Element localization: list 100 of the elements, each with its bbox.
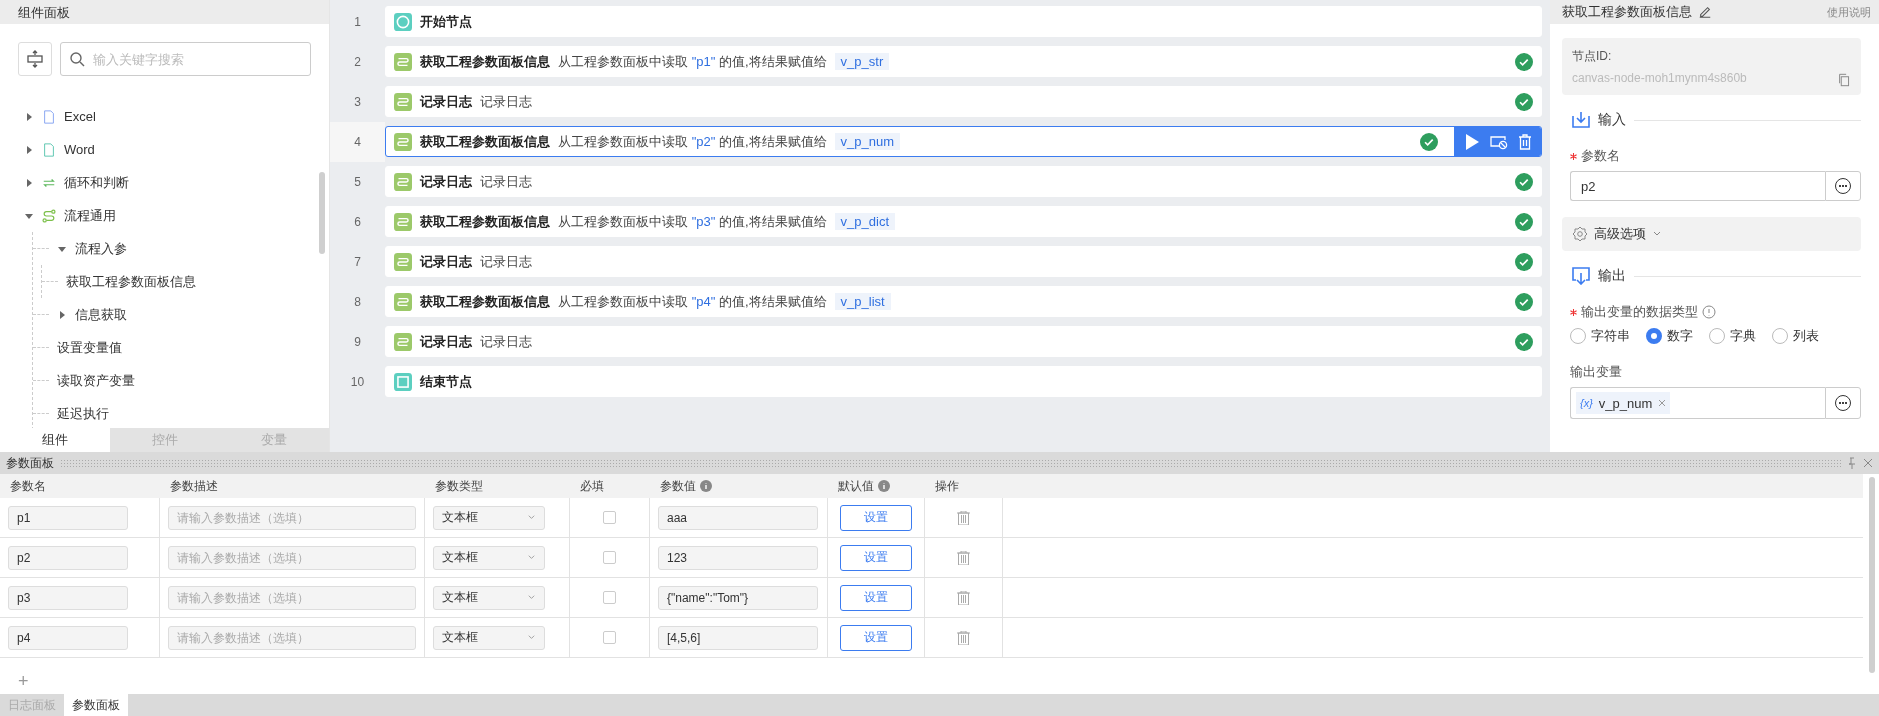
node-title: 获取工程参数面板信息 <box>420 52 550 71</box>
run-button[interactable] <box>1464 132 1480 151</box>
flow-node[interactable]: 获取工程参数面板信息 从工程参数面板中读取 "p1" 的值,将结果赋值给 v_p_str <box>385 46 1542 77</box>
param-name-field[interactable]: p2 <box>8 545 128 570</box>
param-name-field[interactable]: p2 <box>1570 171 1825 201</box>
more-button[interactable] <box>1825 171 1861 201</box>
chevron-down-icon <box>527 633 536 642</box>
variable-tag: v_p_list <box>834 293 891 310</box>
advanced-options-toggle[interactable]: 高级选项 <box>1562 217 1861 251</box>
download-icon <box>1572 111 1590 129</box>
caret-icon[interactable] <box>57 244 67 253</box>
description-field[interactable]: 请输入参数描述（选填） <box>168 545 416 570</box>
type-select[interactable]: 文本框 <box>433 545 545 570</box>
set-default-button[interactable]: 设置 <box>840 624 912 651</box>
flow-node[interactable]: 记录日志 记录日志 <box>385 86 1542 117</box>
param-value-field[interactable]: aaa <box>658 505 818 530</box>
flow-node[interactable]: 获取工程参数面板信息 从工程参数面板中读取 "p2" 的值,将结果赋值给 v_p_num <box>385 126 1542 157</box>
set-default-button[interactable]: 设置 <box>840 544 912 571</box>
tree-item[interactable]: 设置变量值 <box>57 338 122 357</box>
flow-node-icon <box>394 52 412 71</box>
node-description: 记录日志 <box>480 172 532 191</box>
check-circle-icon <box>1515 92 1533 111</box>
tree-item[interactable]: Excel <box>64 109 96 124</box>
param-name-field[interactable]: p1 <box>8 505 128 530</box>
caret-icon[interactable] <box>24 145 34 154</box>
line-number: 2 <box>353 53 362 71</box>
description-field[interactable]: 请输入参数描述（选填） <box>168 505 416 530</box>
delete-button[interactable] <box>957 630 970 645</box>
flow-node[interactable]: 结束节点 <box>385 366 1542 397</box>
type-select[interactable]: 文本框 <box>433 505 545 530</box>
tree-item[interactable]: 读取资产变量 <box>57 371 135 390</box>
tree-item[interactable]: 信息获取 <box>75 305 127 324</box>
caret-icon[interactable] <box>57 310 67 319</box>
check-circle-icon <box>1420 132 1438 151</box>
delete-button[interactable] <box>957 550 970 565</box>
line-number: 8 <box>353 293 362 311</box>
close-icon <box>1863 458 1873 468</box>
param-value-field[interactable]: [4,5,6] <box>658 625 818 650</box>
param-value-field[interactable]: 123 <box>658 545 818 570</box>
required-checkbox[interactable] <box>603 551 616 564</box>
flow-node[interactable]: 记录日志 记录日志 <box>385 326 1542 357</box>
trash-icon <box>957 630 970 645</box>
required-checkbox[interactable] <box>603 591 616 604</box>
set-default-button[interactable]: 设置 <box>840 584 912 611</box>
chevron-down-icon <box>527 513 536 522</box>
radio-option[interactable]: 列表 <box>1772 327 1819 345</box>
flow-node[interactable]: 开始节点 <box>385 6 1542 37</box>
tree-item[interactable]: 流程通用 <box>64 206 116 225</box>
caret-icon[interactable] <box>24 112 34 121</box>
line-number: 6 <box>353 213 362 231</box>
set-default-button[interactable]: 设置 <box>840 504 912 531</box>
more-icon <box>1834 394 1852 412</box>
description-field[interactable]: 请输入参数描述（选填） <box>168 585 416 610</box>
panel-tab[interactable]: 组件 <box>0 428 110 452</box>
flow-node[interactable]: 记录日志 记录日志 <box>385 246 1542 277</box>
radio-option[interactable]: 字典 <box>1709 327 1756 345</box>
node-title: 获取工程参数面板信息 <box>420 132 550 151</box>
disable-button[interactable] <box>1490 133 1508 150</box>
edit-icon <box>1698 5 1712 19</box>
flow-node[interactable]: 记录日志 记录日志 <box>385 166 1542 197</box>
node-description: 从工程参数面板中读取 "p3" 的值,将结果赋值给 <box>558 212 827 231</box>
circle-node-icon <box>394 12 412 31</box>
radio-option[interactable]: 字符串 <box>1570 327 1630 345</box>
tree-item[interactable]: 获取工程参数面板信息 <box>66 272 196 291</box>
required-checkbox[interactable] <box>603 511 616 524</box>
tree-item[interactable]: 循环和判断 <box>64 173 129 192</box>
type-select[interactable]: 文本框 <box>433 625 545 650</box>
type-select[interactable]: 文本框 <box>433 585 545 610</box>
panel-tab[interactable]: 参数面板 <box>64 694 128 716</box>
flow-node-icon <box>394 252 412 271</box>
param-value-field[interactable]: {"name":"Tom"} <box>658 585 818 610</box>
more-icon <box>1834 177 1852 195</box>
chevron-down-icon <box>527 593 536 602</box>
output-variable-field[interactable]: {x} v_p_num <box>1570 387 1825 419</box>
flow-node-icon <box>394 212 412 231</box>
flow-node-icon <box>394 132 412 151</box>
caret-icon[interactable] <box>24 211 34 220</box>
panel-title: 参数面板 <box>6 454 54 472</box>
delete-button[interactable] <box>957 590 970 605</box>
description-field[interactable]: 请输入参数描述（选填） <box>168 625 416 650</box>
more-button[interactable] <box>1825 387 1861 419</box>
node-title: 记录日志 <box>420 332 472 351</box>
tree-item[interactable]: 延迟执行 <box>57 404 109 423</box>
flow-icon <box>42 208 56 223</box>
tree-item[interactable]: Word <box>64 142 95 157</box>
param-name-field[interactable]: p3 <box>8 585 128 610</box>
collapse-button[interactable] <box>18 42 52 76</box>
check-circle-icon <box>1515 332 1533 351</box>
square-node-icon <box>394 372 412 391</box>
param-name-field[interactable]: p4 <box>8 625 128 650</box>
search-field[interactable]: 输入关键字搜索 <box>60 42 311 76</box>
required-checkbox[interactable] <box>603 631 616 644</box>
flow-node[interactable]: 获取工程参数面板信息 从工程参数面板中读取 "p3" 的值,将结果赋值给 v_p_dict <box>385 206 1542 237</box>
delete-button[interactable] <box>957 510 970 525</box>
pin-icon <box>1847 457 1857 469</box>
flow-node[interactable]: 获取工程参数面板信息 从工程参数面板中读取 "p4" 的值,将结果赋值给 v_p_list <box>385 286 1542 317</box>
caret-icon[interactable] <box>24 178 34 187</box>
collapse-icon <box>26 50 44 68</box>
radio-option[interactable]: 数字 <box>1646 327 1693 345</box>
tree-item[interactable]: 流程入参 <box>75 239 127 258</box>
